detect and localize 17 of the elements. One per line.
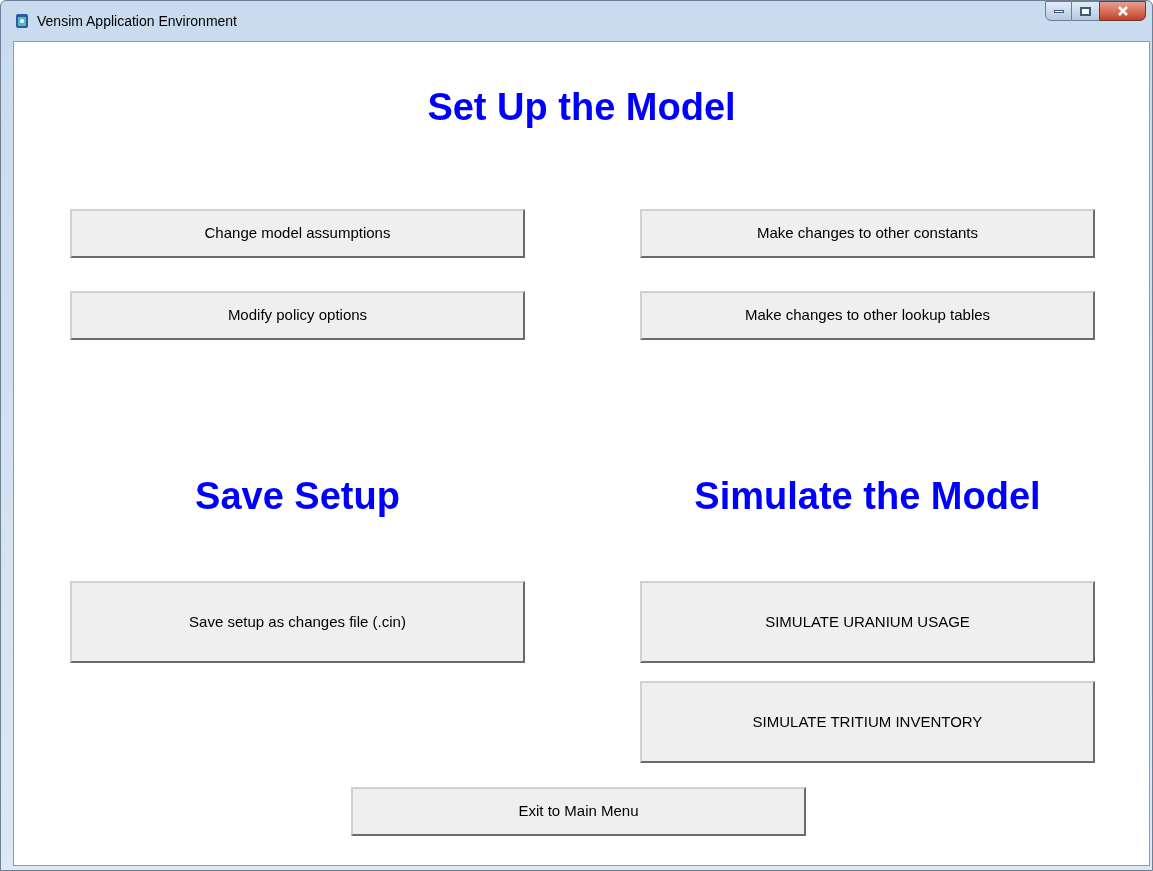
menu-button[interactable]: Make changes to other lookup tables (640, 291, 1095, 340)
close-button[interactable] (1099, 1, 1146, 21)
menu-button[interactable]: Make changes to other constants (640, 209, 1095, 258)
close-icon (1116, 6, 1129, 16)
menu-button[interactable]: SIMULATE TRITIUM INVENTORY (640, 681, 1095, 763)
section-heading: Simulate the Model (694, 477, 1041, 515)
menu-button[interactable]: SIMULATE URANIUM USAGE (640, 581, 1095, 663)
minimize-button[interactable] (1045, 1, 1072, 21)
menu-button[interactable]: Change model assumptions (70, 209, 525, 258)
window-title: Vensim Application Environment (37, 11, 237, 31)
section-heading: Set Up the Model (427, 88, 736, 126)
menu-button[interactable]: Save setup as changes file (.cin) (70, 581, 525, 663)
section-heading: Save Setup (195, 477, 400, 515)
menu-button[interactable]: Modify policy options (70, 291, 525, 340)
maximize-button[interactable] (1072, 1, 1099, 21)
app-icon (15, 13, 29, 29)
menu-button[interactable]: Exit to Main Menu (351, 787, 806, 836)
